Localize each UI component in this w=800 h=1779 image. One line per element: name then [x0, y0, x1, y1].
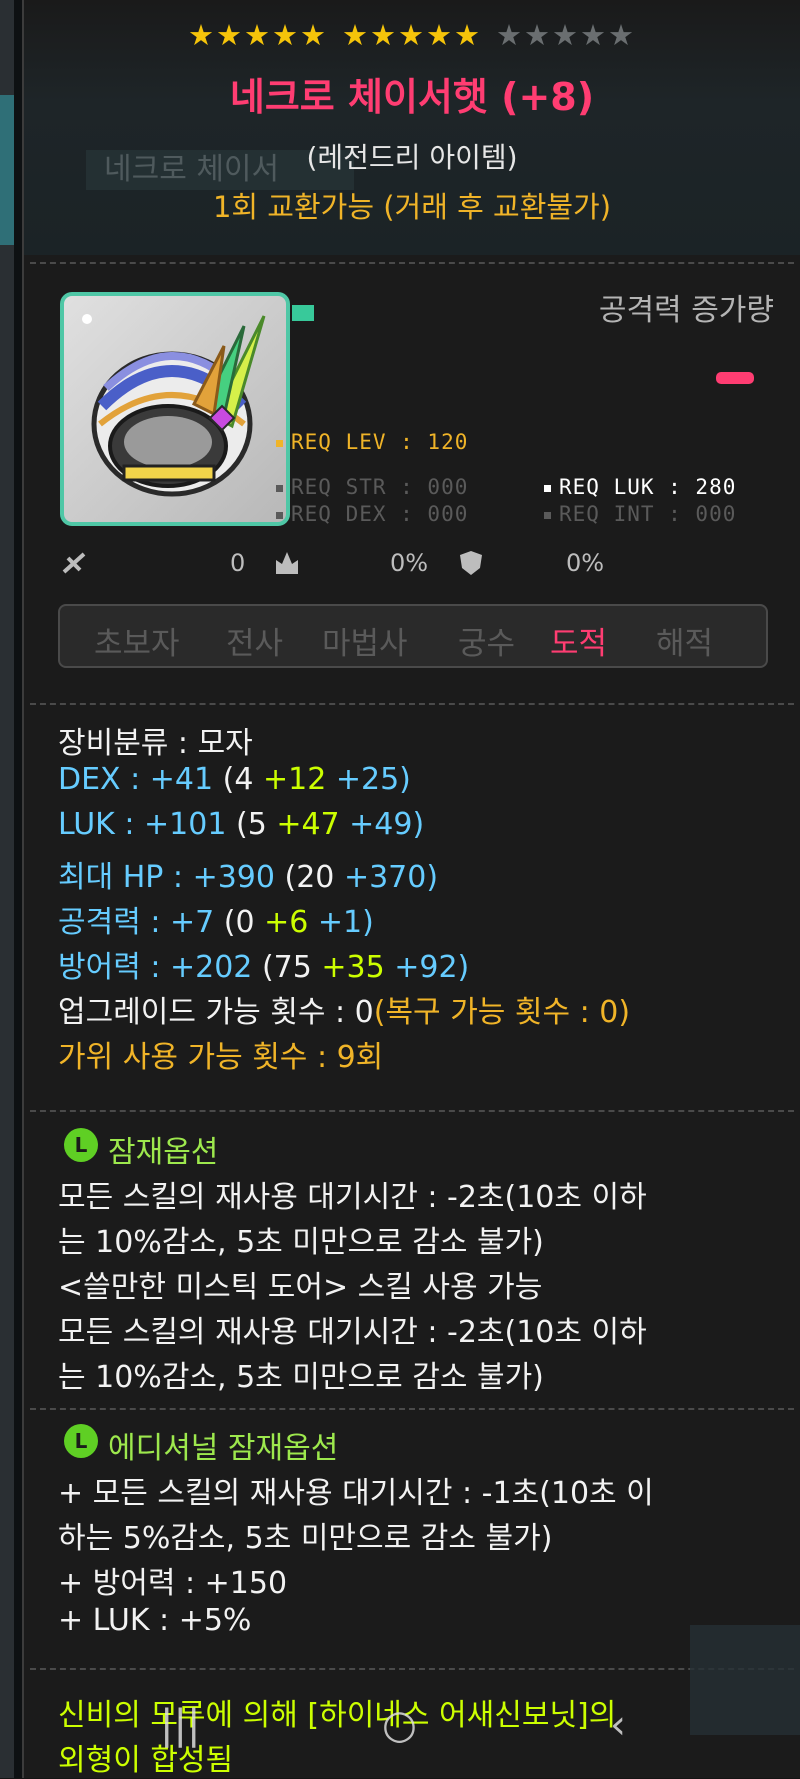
star-group-3-empty: ★★★★★ — [496, 18, 636, 52]
item-icon-frame — [60, 292, 290, 526]
job-thief: 도적 — [550, 626, 608, 662]
job-archer: 궁수 — [458, 626, 516, 662]
stat-category: 장비분류 : 모자 — [58, 726, 253, 761]
divider — [30, 703, 794, 705]
cut-icon — [62, 552, 86, 574]
star-group-1: ★★★★★ — [188, 18, 328, 52]
stat-value-1: 0 — [230, 549, 246, 577]
extra-stat-row: 0 0% 0% — [60, 548, 780, 584]
home-button[interactable]: ○ — [382, 1702, 417, 1748]
job-pirate: 해적 — [656, 626, 714, 662]
divider — [30, 1408, 794, 1410]
potential-line-1: 모든 스킬의 재사용 대기시간 : -2초(10초 이하 — [58, 1180, 647, 1215]
star-group-2: ★★★★★ — [342, 18, 482, 52]
stat-upgrade: 업그레이드 가능 횟수 : 0(복구 가능 횟수 : 0) — [58, 995, 631, 1030]
job-requirement-bar: 초보자 전사 마법사 궁수 도적 해적 — [58, 604, 768, 668]
stat-luk: LUK : +101 (5 +47 +49) — [58, 807, 425, 842]
req-dex: REQ DEX : 000 — [276, 502, 468, 526]
divider — [30, 1110, 794, 1112]
divider — [30, 262, 794, 264]
job-beginner: 초보자 — [94, 626, 180, 662]
tooltip-header: 네크로 체이서 ★★★★★ ★★★★★ ★★★★★ 네크로 체이서햇 (+8) (레… — [24, 0, 800, 255]
item-flag-icon — [292, 305, 314, 321]
android-navigation-bar: ||| ○ ‹ — [0, 1680, 800, 1778]
additional-line-2: 하는 5%감소, 5초 미만으로 감소 불가) — [58, 1521, 553, 1556]
potential-line-5: 는 10%감소, 5초 미만으로 감소 불가) — [58, 1360, 544, 1395]
boss-icon — [276, 552, 298, 574]
potential-line-2: 는 10%감소, 5초 미만으로 감소 불가) — [58, 1225, 544, 1260]
recent-apps-button[interactable]: ||| — [160, 1702, 200, 1748]
additional-potential-title: 에디셔널 잠재옵션 — [108, 1431, 339, 1466]
shield-icon — [460, 551, 482, 575]
stat-dex: DEX : +41 (4 +12 +25) — [58, 762, 411, 797]
background-divider — [14, 0, 22, 1778]
trade-info: 1회 교환가능 (거래 후 교환불가) — [212, 190, 612, 224]
hat-icon — [91, 315, 266, 497]
stat-attack: 공격력 : +7 (0 +6 +1) — [58, 905, 374, 940]
stat-defense: 방어력 : +202 (75 +35 +92) — [58, 950, 470, 985]
potential-line-3: <쓸만한 미스틱 도어> 스킬 사용 가능 — [58, 1270, 543, 1305]
job-magician: 마법사 — [322, 626, 408, 662]
potential-line-4: 모든 스킬의 재사용 대기시간 : -2초(10초 이하 — [58, 1315, 647, 1350]
stat-value-2: 0% — [390, 549, 429, 577]
req-luk: REQ LUK : 280 — [544, 475, 736, 499]
attack-change-label: 공격력 증가량 — [598, 293, 774, 328]
additional-line-3: + 방어력 : +150 — [58, 1566, 288, 1601]
legendary-potential-icon: L — [64, 1128, 98, 1162]
star-force-stars: ★★★★★ ★★★★★ ★★★★★ — [24, 18, 800, 52]
item-name: 네크로 체이서햇 (+8) — [229, 75, 595, 119]
item-tooltip: 네크로 체이서 ★★★★★ ★★★★★ ★★★★★ 네크로 체이서햇 (+8) (레… — [22, 0, 800, 1778]
req-level: REQ LEV : 120 — [276, 430, 468, 454]
stat-scissors: 가위 사용 가능 횟수 : 9회 — [58, 1040, 384, 1075]
req-str: REQ STR : 000 — [276, 475, 468, 499]
additional-line-4: + LUK : +5% — [58, 1603, 252, 1638]
background-left-edge — [0, 0, 22, 1778]
potential-title: 잠재옵션 — [108, 1135, 219, 1170]
legendary-additional-icon: L — [64, 1424, 98, 1458]
job-warrior: 전사 — [226, 626, 284, 662]
back-button[interactable]: ‹ — [610, 1702, 626, 1748]
stat-value-3: 0% — [566, 549, 605, 577]
stat-hp: 최대 HP : +390 (20 +370) — [58, 860, 439, 895]
req-int: REQ INT : 000 — [544, 502, 736, 526]
divider — [30, 1668, 794, 1670]
attack-change-minus-icon — [716, 372, 754, 384]
item-grade: (레전드리 아이템) — [306, 141, 518, 174]
additional-line-1: + 모든 스킬의 재사용 대기시간 : -1초(10초 이 — [58, 1476, 654, 1511]
